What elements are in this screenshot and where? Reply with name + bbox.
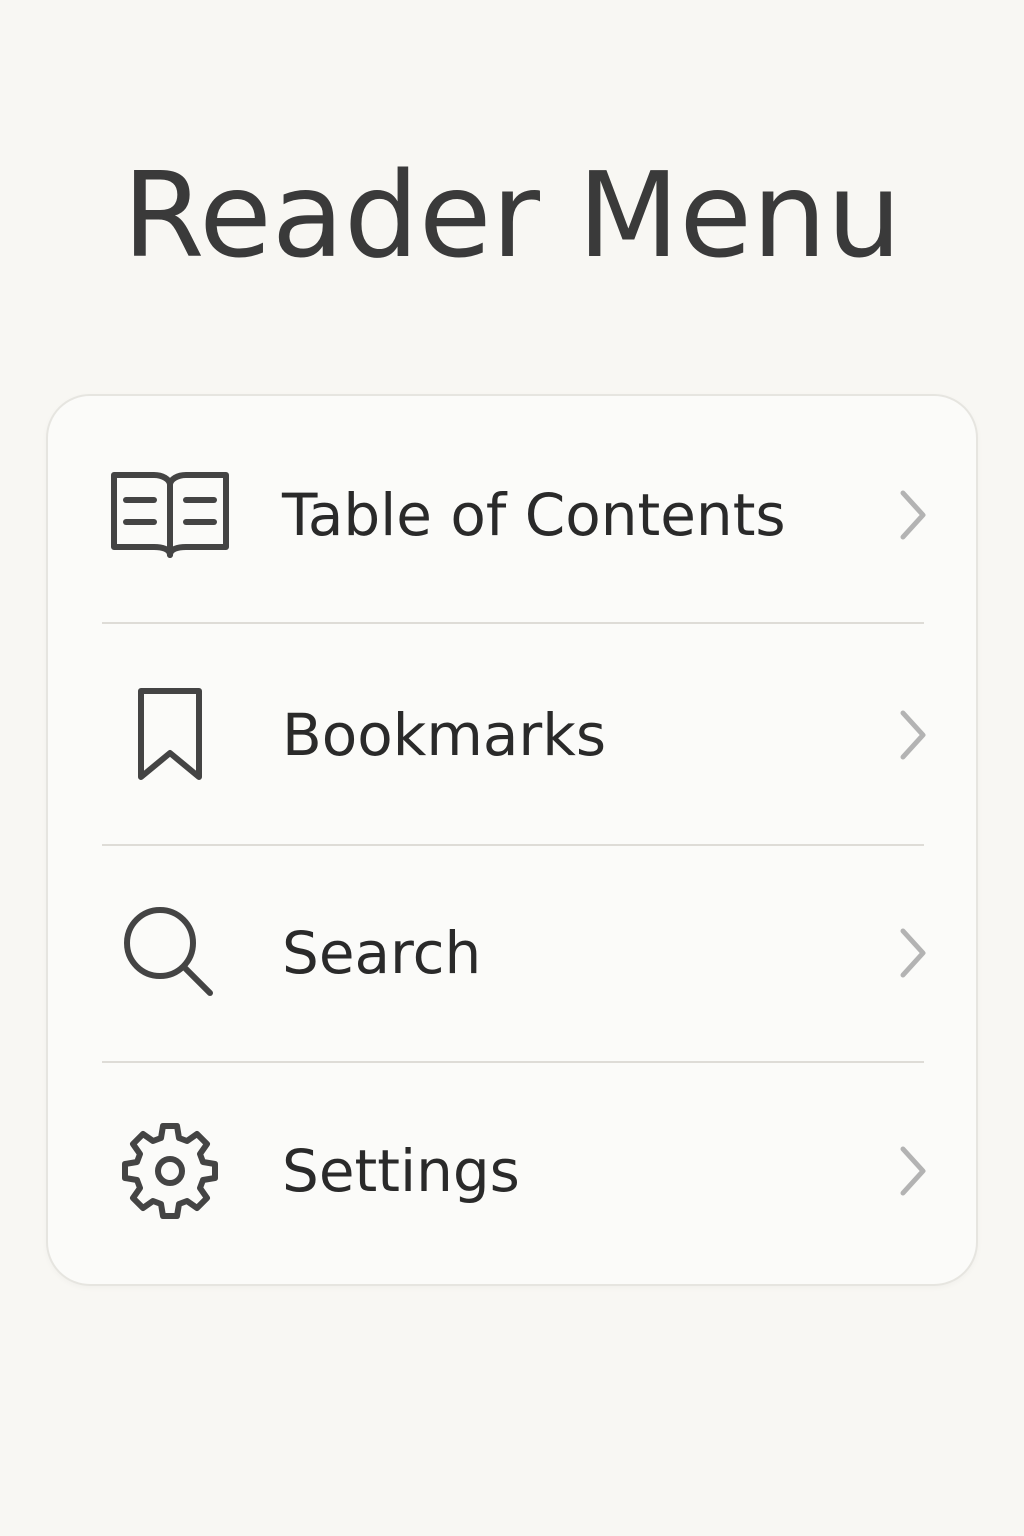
menu-item-label: Search — [282, 919, 482, 987]
search-icon — [106, 889, 234, 1017]
menu-item-table-of-contents[interactable]: Table of Contents — [48, 406, 980, 624]
menu-item-search[interactable]: Search — [48, 844, 980, 1062]
chevron-right-icon — [900, 710, 926, 760]
menu-item-label: Settings — [282, 1137, 520, 1205]
bookmark-icon — [106, 671, 234, 799]
chevron-right-icon — [900, 1146, 926, 1196]
menu-item-label: Table of Contents — [282, 481, 786, 549]
chevron-right-icon — [900, 928, 926, 978]
chevron-right-icon — [900, 490, 926, 540]
reader-menu-card: Table of Contents Bookmarks Search Setti… — [46, 394, 978, 1286]
menu-item-bookmarks[interactable]: Bookmarks — [48, 626, 980, 844]
gear-icon — [106, 1107, 234, 1235]
menu-item-label: Bookmarks — [282, 701, 607, 769]
open-book-icon — [106, 451, 234, 579]
menu-item-settings[interactable]: Settings — [48, 1062, 980, 1280]
divider — [102, 622, 924, 624]
page-title: Reader Menu — [122, 146, 902, 284]
